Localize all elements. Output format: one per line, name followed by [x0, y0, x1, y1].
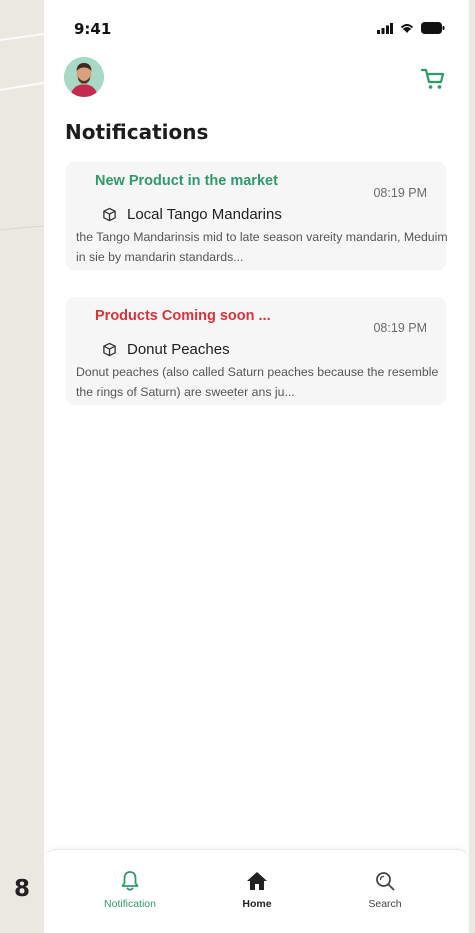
notification-time: 08:19 PM: [373, 321, 427, 335]
notification-product: Local Tango Mandarins: [102, 206, 282, 223]
notification-card[interactable]: Products Coming soon ... 08:19 PM Donut …: [66, 297, 446, 405]
status-time: 9:41: [74, 20, 112, 38]
bell-icon: [121, 871, 139, 891]
signal-icon: [377, 22, 393, 34]
nav-item-home[interactable]: Home: [207, 868, 307, 910]
status-bar: 9:41: [44, 0, 469, 48]
notification-description: Donut peaches (also called Saturn peache…: [76, 365, 439, 399]
cart-icon: [420, 68, 445, 89]
bottom-nav: Notification Home Search: [44, 849, 469, 933]
notification-time: 08:19 PM: [373, 186, 427, 200]
notification-heading: New Product in the market: [95, 173, 278, 189]
product-name: Local Tango Mandarins: [127, 206, 282, 223]
status-icons: [377, 22, 445, 34]
notification-heading: Products Coming soon ...: [95, 308, 271, 324]
cart-button[interactable]: [420, 67, 446, 91]
notification-product: Donut Peaches: [102, 341, 230, 358]
battery-icon: [421, 22, 445, 34]
nav-label: Search: [368, 898, 402, 910]
avatar[interactable]: [64, 57, 104, 97]
wifi-icon: [400, 24, 414, 33]
nav-item-notification[interactable]: Notification: [80, 868, 180, 910]
notification-description: the Tango Mandarinsis mid to late season…: [76, 230, 448, 264]
nav-label: Home: [242, 898, 272, 910]
nav-item-search[interactable]: Search: [335, 868, 435, 910]
phone-screen: 9:41 Notifications New Product in the ma…: [44, 0, 469, 933]
product-name: Donut Peaches: [127, 341, 230, 358]
notification-card[interactable]: New Product in the market 08:19 PM Local…: [66, 162, 448, 270]
home-icon: [247, 872, 267, 890]
user-avatar-icon: [64, 57, 104, 97]
box-icon: [103, 207, 116, 222]
nav-label: Notification: [104, 898, 156, 910]
page-number: 8: [14, 876, 31, 902]
search-icon: [376, 872, 395, 891]
page-title: Notifications: [65, 120, 209, 144]
box-icon: [103, 342, 116, 357]
